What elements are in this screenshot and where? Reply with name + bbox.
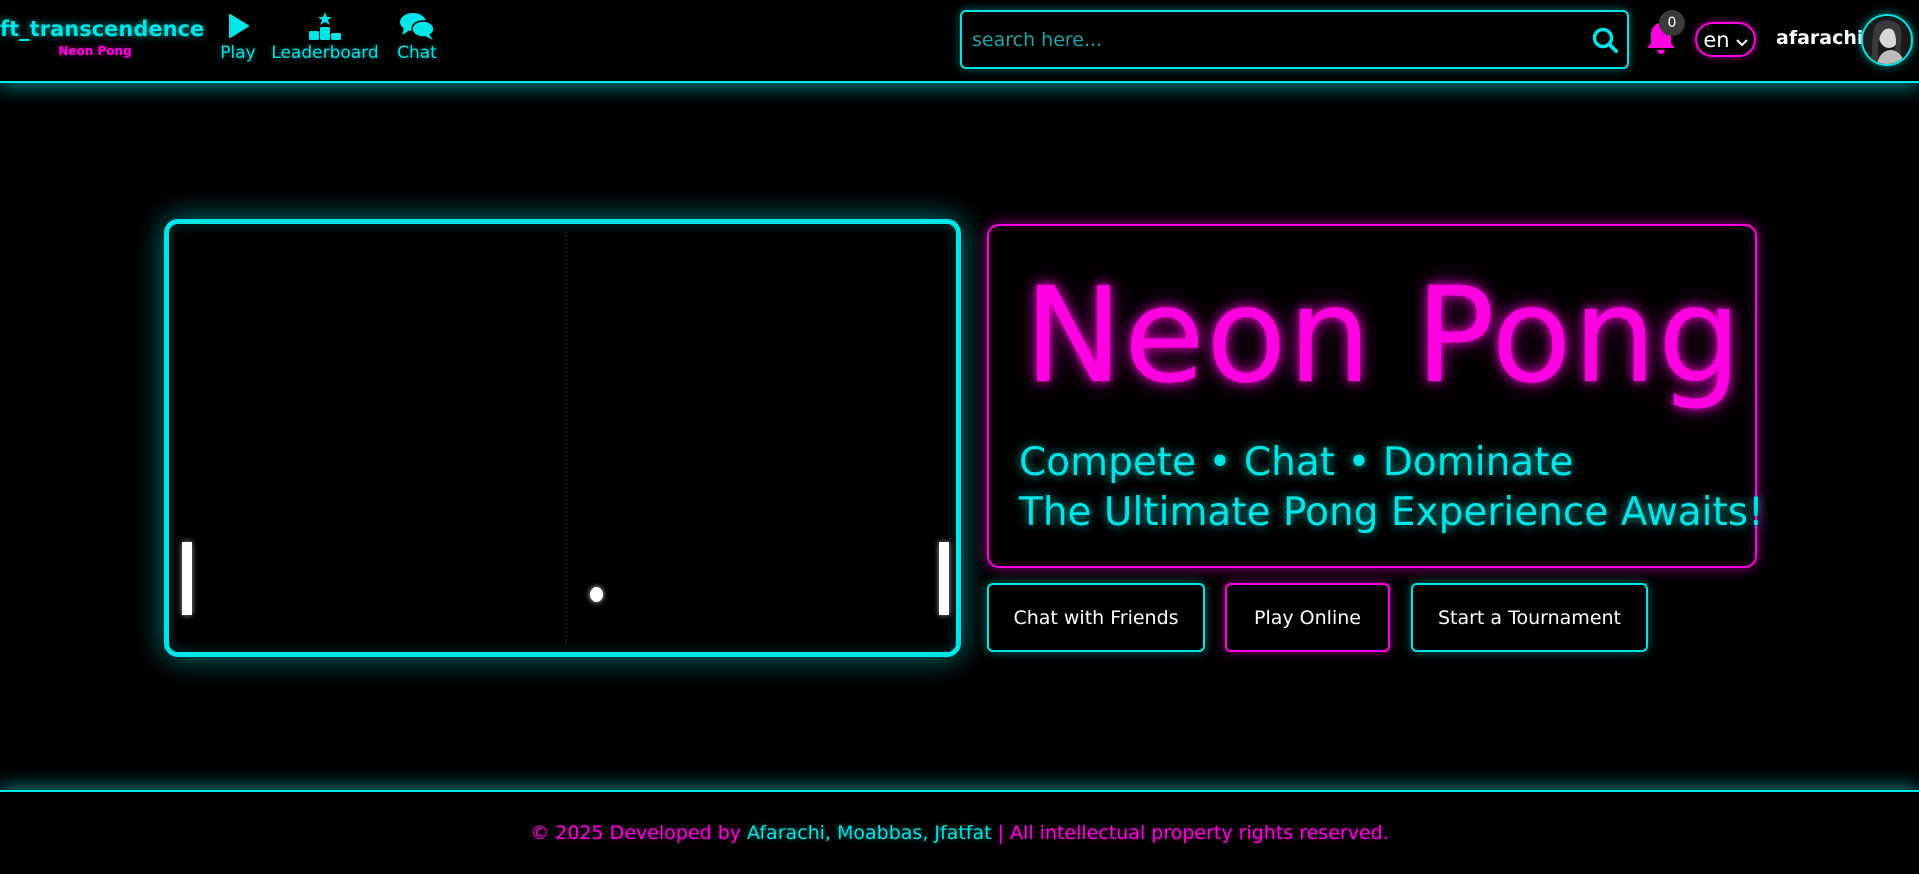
footer: © 2025 Developed by Afarachi, Moabbas, J… — [0, 790, 1919, 874]
podium-icon — [308, 10, 342, 42]
hero-panel: Neon Pong Compete • Chat • Dominate The … — [987, 224, 1764, 568]
footer-copyright: © 2025 Developed by — [530, 822, 741, 844]
avatar[interactable] — [1861, 14, 1913, 66]
chat-with-friends-button[interactable]: Chat with Friends — [987, 583, 1205, 652]
play-online-button[interactable]: Play Online — [1225, 583, 1390, 652]
language-selected-value: en — [1703, 27, 1730, 52]
nav-leaderboard-label: Leaderboard — [271, 43, 379, 63]
pong-game-canvas[interactable] — [164, 219, 961, 657]
start-tournament-button[interactable]: Start a Tournament — [1411, 583, 1648, 652]
footer-developer-names: Afarachi, Moabbas, Jfatfat — [747, 822, 992, 844]
brand-subtitle: Neon Pong — [58, 44, 132, 58]
nav-play-label: Play — [220, 43, 256, 63]
search-bar — [960, 10, 1629, 69]
username[interactable]: afarachi — [1776, 27, 1863, 49]
play-icon — [226, 10, 250, 42]
nav-leaderboard[interactable]: Leaderboard — [271, 10, 379, 70]
right-paddle — [939, 542, 949, 615]
language-select[interactable]: en — [1695, 22, 1756, 57]
notification-count-badge: 0 — [1659, 10, 1685, 36]
search-icon[interactable] — [1583, 12, 1627, 67]
chevron-down-icon — [1735, 28, 1748, 52]
brand-logo[interactable]: ft_transcendence Neon Pong — [0, 16, 205, 59]
brand-title: ft_transcendence — [0, 17, 205, 41]
hero-tagline: Compete • Chat • Dominate — [1019, 440, 1574, 485]
hero-subtitle: The Ultimate Pong Experience Awaits! — [1019, 490, 1764, 535]
nav-play[interactable]: Play — [218, 10, 258, 70]
search-input[interactable] — [962, 12, 1583, 67]
center-net — [565, 232, 567, 644]
ball — [590, 587, 603, 602]
chat-bubbles-icon — [399, 10, 435, 42]
top-navbar: ft_transcendence Neon Pong Play Leaderbo… — [0, 0, 1919, 83]
left-paddle — [182, 542, 192, 615]
footer-rights: | All intellectual property rights reser… — [997, 822, 1389, 844]
hero-title: Neon Pong — [1024, 259, 1743, 413]
nav-chat-label: Chat — [397, 43, 437, 63]
nav-chat[interactable]: Chat — [394, 10, 440, 70]
